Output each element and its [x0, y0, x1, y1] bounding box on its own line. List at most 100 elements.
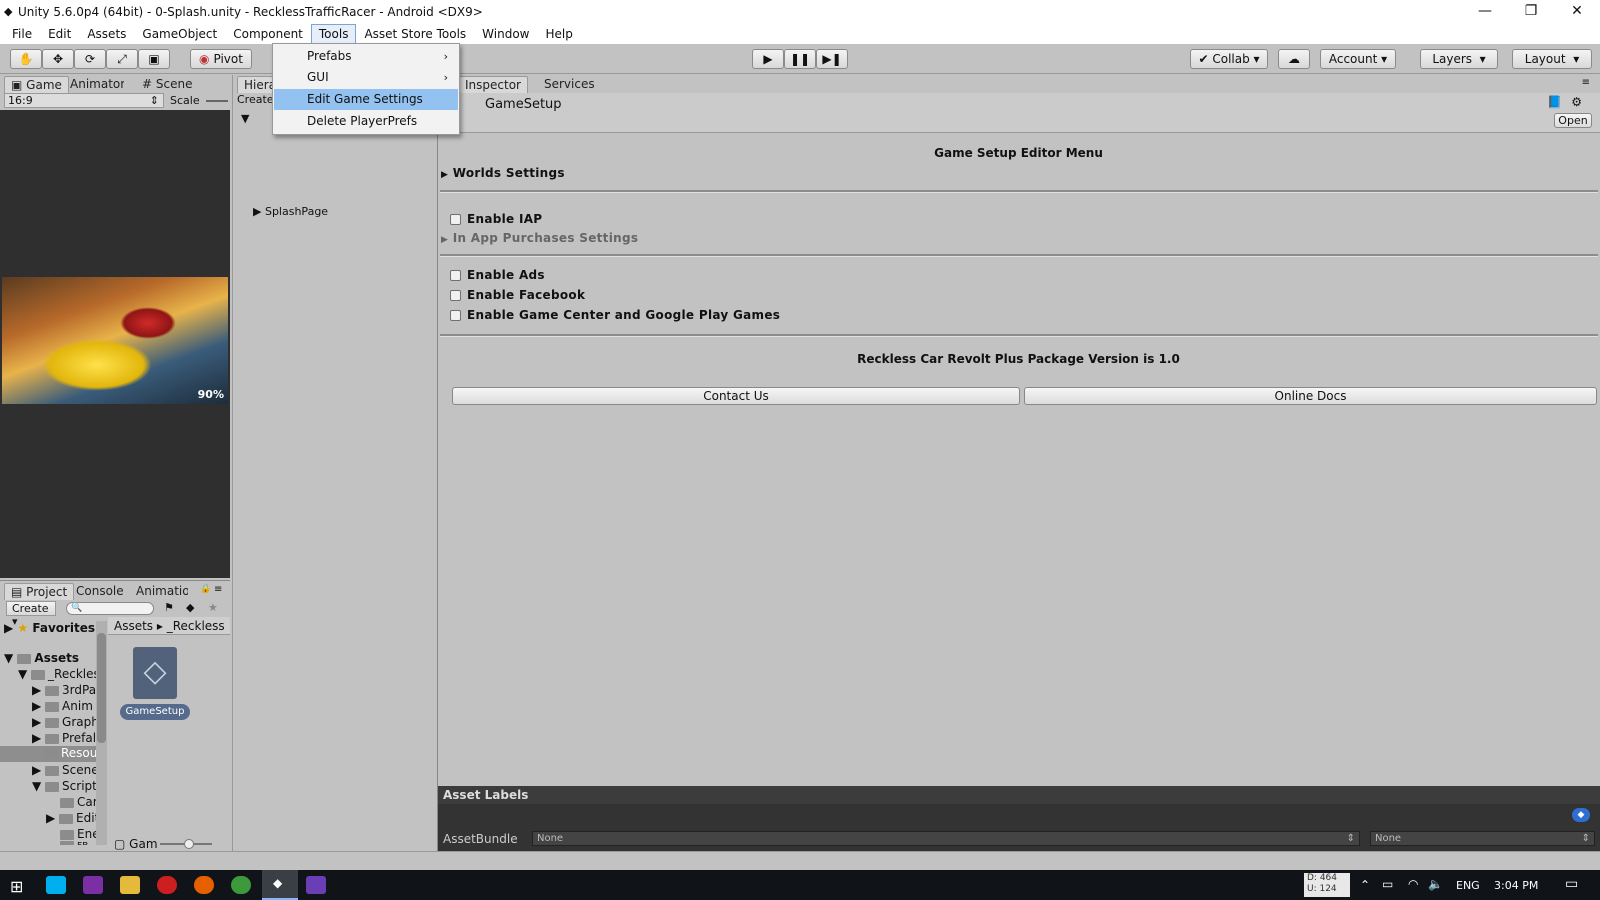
hierarchy-create-button[interactable]: Create	[237, 93, 277, 108]
project-create-button[interactable]: Create ▾	[6, 601, 56, 628]
menu-item-edit-game-settings[interactable]: Edit Game Settings	[274, 89, 458, 110]
lock-icon[interactable]: 🔒	[200, 584, 211, 594]
pause-button[interactable]: ❚❚	[784, 49, 816, 69]
menu-asset-store-tools[interactable]: Asset Store Tools	[356, 24, 474, 44]
worlds-settings-foldout[interactable]: ▶ Worlds Settings	[441, 166, 565, 180]
step-button[interactable]: ▶❚	[816, 49, 848, 69]
move-tool-icon[interactable]: ✥	[42, 49, 74, 69]
onenote-icon[interactable]	[83, 876, 103, 894]
close-button[interactable]: ✕	[1554, 0, 1600, 24]
asset-file-label[interactable]: GameSetup	[120, 704, 190, 720]
menu-tools[interactable]: Tools	[310, 24, 357, 44]
enable-ads-toggle[interactable]: Enable Ads	[450, 268, 545, 282]
rotate-tool-icon[interactable]: ⟳	[74, 49, 106, 69]
battery-icon[interactable]: ▭	[1382, 877, 1393, 891]
menu-window[interactable]: Window	[474, 24, 537, 44]
gamesetup-asset-icon[interactable]: ◇	[133, 647, 177, 699]
tree-item[interactable]: ▶ Scene	[32, 763, 96, 777]
favorites-item[interactable]: ▶ ★ Favorites	[4, 621, 95, 635]
tree-item[interactable]: ▶ Graph	[32, 715, 96, 729]
tree-item[interactable]: ▶ Anim	[32, 699, 93, 713]
enable-gamecenter-toggle[interactable]: Enable Game Center and Google Play Games	[450, 308, 780, 322]
scrollbar-thumb[interactable]	[97, 633, 106, 743]
assetbundle-dropdown[interactable]: None ⇕	[532, 831, 1360, 846]
menu-gameobject[interactable]: GameObject	[134, 24, 225, 44]
firefox-icon[interactable]	[194, 876, 214, 894]
breadcrumb-folder[interactable]: _Reckless	[167, 619, 225, 633]
assets-item[interactable]: ▼ Assets	[4, 651, 79, 665]
gear-icon[interactable]: ⚙	[1571, 95, 1582, 109]
tree-item-selected[interactable]: Resou	[0, 746, 96, 762]
unity-taskbar-button[interactable]: ◆	[262, 870, 298, 900]
enable-facebook-toggle[interactable]: Enable Facebook	[450, 288, 585, 302]
visual-studio-icon[interactable]	[306, 876, 326, 894]
start-button[interactable]: ⊞	[10, 877, 23, 896]
tab-inspector[interactable]: Inspector	[458, 76, 528, 93]
tree-item[interactable]: ▶ Prefal	[32, 731, 96, 745]
scale-tool-icon[interactable]: ⤢	[106, 49, 138, 69]
help-icon[interactable]: 📘	[1547, 95, 1562, 109]
tab-game[interactable]: ▣ Game	[4, 76, 69, 93]
account-dropdown[interactable]: Account ▾	[1320, 49, 1396, 69]
filter-type-icon[interactable]: ⚑	[164, 601, 174, 614]
chrome-icon[interactable]	[231, 876, 251, 894]
tree-item[interactable]: ▼ Script	[32, 779, 96, 793]
tree-item[interactable]: ▶ Edit	[46, 811, 96, 825]
menu-component[interactable]: Component	[225, 24, 311, 44]
breadcrumb-assets[interactable]: Assets	[114, 619, 153, 633]
tree-item[interactable]: Ene	[60, 827, 96, 841]
tab-console[interactable]: Console	[70, 583, 130, 600]
checkbox[interactable]	[450, 214, 461, 225]
tag-icon[interactable]: ◆	[1572, 808, 1590, 822]
icon-size-slider[interactable]	[160, 839, 212, 849]
checkbox[interactable]	[450, 290, 461, 301]
clock[interactable]: 3:04 PM	[1494, 879, 1538, 892]
slider-thumb[interactable]	[184, 839, 194, 849]
wifi-icon[interactable]: ◠	[1408, 877, 1418, 891]
menu-file[interactable]: File	[4, 24, 40, 44]
favorite-icon[interactable]: ★	[208, 601, 218, 614]
pivot-toggle[interactable]: ◉ Pivot	[190, 49, 252, 69]
online-docs-button[interactable]: Online Docs	[1024, 387, 1597, 405]
checkbox[interactable]	[450, 310, 461, 321]
menu-assets[interactable]: Assets	[79, 24, 134, 44]
hierarchy-item[interactable]: ▶ SplashPage	[253, 205, 328, 218]
language-indicator[interactable]: ENG	[1456, 879, 1480, 892]
tree-scrollbar[interactable]	[96, 621, 107, 845]
opera-icon[interactable]	[157, 876, 177, 894]
tab-services[interactable]: Services	[538, 76, 601, 93]
restore-button[interactable]: ❐	[1508, 0, 1554, 24]
collab-dropdown[interactable]: ✔ Collab ▾	[1190, 49, 1268, 69]
panel-menu-icon[interactable]: ≡	[214, 584, 222, 595]
aspect-dropdown[interactable]: 16:9 ⇕	[4, 93, 164, 108]
tab-scene[interactable]: # Scene	[136, 76, 198, 93]
minimize-button[interactable]: —	[1462, 0, 1508, 24]
tab-project[interactable]: ▤ Project	[4, 583, 75, 600]
layout-dropdown[interactable]: Layout ▾	[1512, 49, 1592, 69]
filter-label-icon[interactable]: ◆	[186, 601, 194, 614]
notifications-icon[interactable]: ▭	[1565, 876, 1578, 892]
project-search-input[interactable]: 🔍	[66, 602, 154, 615]
tab-animator[interactable]: Animator	[64, 76, 124, 93]
scale-slider[interactable]	[206, 100, 228, 102]
tree-item[interactable]: Car	[60, 795, 96, 809]
tab-animation[interactable]: Animation	[130, 583, 188, 600]
tree-item[interactable]: FB	[60, 841, 88, 845]
file-explorer-icon[interactable]	[120, 876, 140, 894]
panel-menu-icon[interactable]: ≡	[1582, 77, 1590, 88]
iap-settings-foldout[interactable]: ▶ In App Purchases Settings	[441, 231, 638, 245]
enable-iap-toggle[interactable]: Enable IAP	[450, 212, 542, 226]
scene-expand-icon[interactable]: ▼	[241, 112, 249, 125]
hand-tool-icon[interactable]: ✋	[10, 49, 42, 69]
assetbundle-variant-dropdown[interactable]: None ⇕	[1370, 831, 1595, 846]
contact-us-button[interactable]: Contact Us	[452, 387, 1020, 405]
tab-hierarchy[interactable]: Hierarchy	[237, 76, 273, 93]
menu-item-prefabs[interactable]: Prefabs ›	[274, 46, 458, 67]
menu-item-gui[interactable]: GUI ›	[274, 67, 458, 88]
checkbox[interactable]	[450, 270, 461, 281]
play-button[interactable]: ▶	[752, 49, 784, 69]
menu-edit[interactable]: Edit	[40, 24, 79, 44]
menu-help[interactable]: Help	[538, 24, 581, 44]
volume-icon[interactable]: 🔈	[1428, 877, 1443, 891]
menu-item-delete-playerprefs[interactable]: Delete PlayerPrefs	[274, 111, 458, 132]
